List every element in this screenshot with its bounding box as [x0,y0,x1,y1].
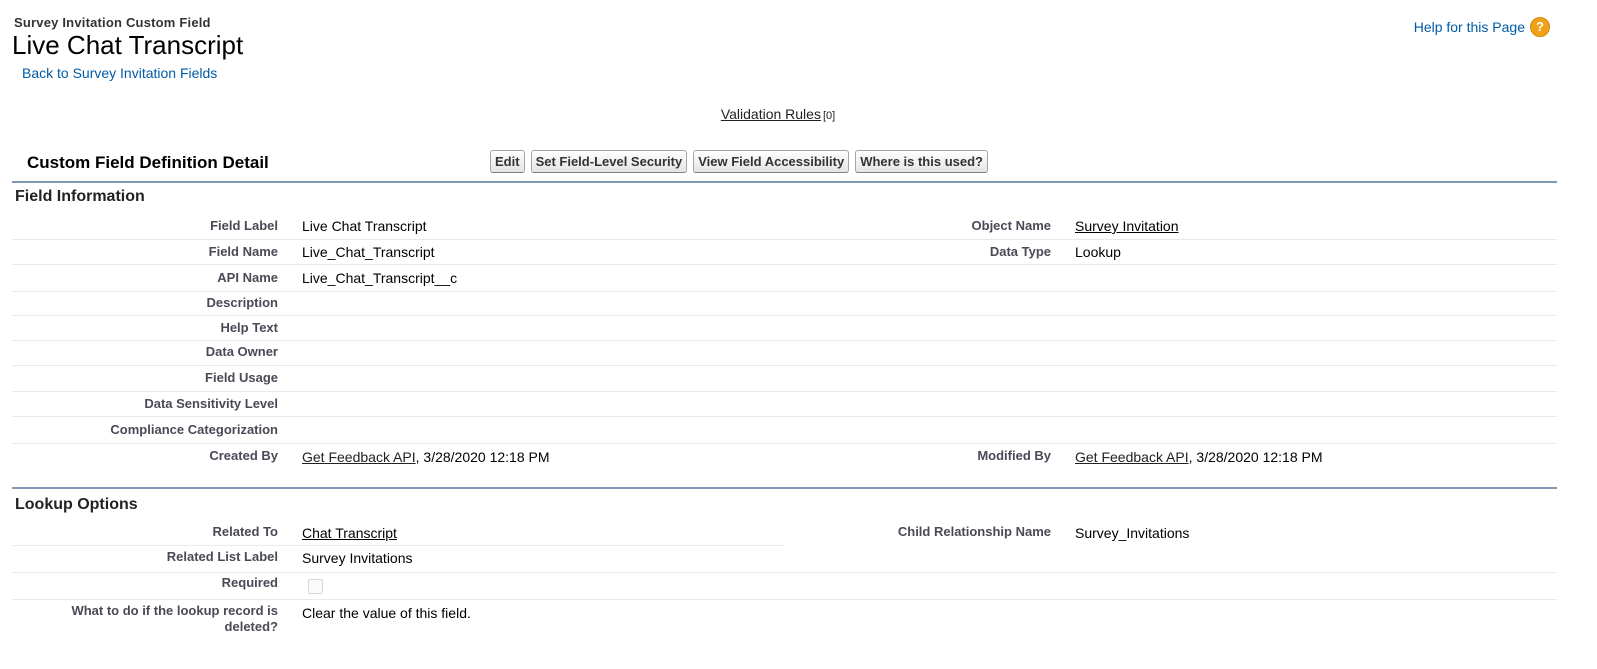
required-checkbox [308,579,323,594]
modified-by-user-link[interactable]: Get Feedback API [1075,449,1189,465]
set-field-level-security-button[interactable]: Set Field-Level Security [530,150,688,173]
field-information-heading: Field Information [15,188,145,205]
detail-button-row: Edit Set Field-Level Security View Field… [490,150,988,173]
child-relationship-value: Survey_Invitations [1075,525,1190,541]
related-list-label-label: Related List Label [166,549,278,564]
required-label: Required [221,575,278,590]
on-delete-row: What to do if the lookup record is delete… [12,600,1557,638]
api-name-value: Live_Chat_Transcript__c [302,270,458,286]
field-usage-label: Field Usage [205,370,278,385]
related-list-label-value: Survey Invitations [302,550,413,566]
on-delete-label: What to do if the lookup record is delete… [71,603,278,635]
object-name-link[interactable]: Survey Invitation [1075,218,1179,234]
created-by-label: Created By [209,448,278,463]
field-name-value: Live_Chat_Transcript [302,244,435,260]
lookup-options-heading: Lookup Options [15,496,138,513]
data-type-value: Lookup [1075,244,1121,260]
help-icon[interactable]: ? [1530,17,1550,37]
created-modified-row: Created By Get Feedback API, 3/28/2020 1… [12,444,1557,474]
compliance-label: Compliance Categorization [110,422,278,437]
modified-by-value: Get Feedback API, 3/28/2020 12:18 PM [1075,449,1323,465]
validation-rules-link[interactable]: Validation Rules [721,106,821,122]
field-name-row: Field Name Live_Chat_Transcript Data Typ… [12,240,1557,265]
api-name-label: API Name [217,270,278,285]
on-delete-label-line1: What to do if the lookup record is [71,603,278,618]
on-delete-value: Clear the value of this field. [302,605,471,621]
related-to-link[interactable]: Chat Transcript [302,525,397,541]
page-subtitle: Survey Invitation Custom Field [14,15,211,30]
view-field-accessibility-button[interactable]: View Field Accessibility [693,150,850,173]
field-usage-row: Field Usage [12,366,1557,392]
back-to-fields-link[interactable]: Back to Survey Invitation Fields [22,65,217,81]
related-list-label-row: Related List Label Survey Invitations [12,546,1557,573]
field-label-label: Field Label [210,218,278,233]
created-by-date: , 3/28/2020 12:18 PM [415,449,550,465]
object-name-label: Object Name [971,218,1051,233]
description-label: Description [206,295,278,310]
api-name-row: API Name Live_Chat_Transcript__c [12,265,1557,292]
data-type-label: Data Type [989,244,1051,259]
data-owner-row: Data Owner [12,341,1557,366]
field-name-label: Field Name [208,244,278,259]
child-relationship-label: Child Relationship Name [897,524,1051,539]
created-by-value: Get Feedback API, 3/28/2020 12:18 PM [302,449,550,465]
modified-by-date: , 3/28/2020 12:18 PM [1188,449,1323,465]
required-row: Required [12,573,1557,600]
description-row: Description [12,292,1557,316]
page-title: Live Chat Transcript [12,30,244,60]
lookup-options-divider [12,487,1557,489]
data-sensitivity-label: Data Sensitivity Level [144,396,278,411]
detail-title: Custom Field Definition Detail [27,153,269,172]
validation-rules-count: [0] [822,110,836,122]
detail-header: Custom Field Definition Detail Edit Set … [12,147,1557,183]
compliance-row: Compliance Categorization [12,417,1557,444]
edit-button[interactable]: Edit [490,150,525,173]
where-is-this-used-button[interactable]: Where is this used? [855,150,988,173]
validation-rules-bar: Validation Rules [0] [0,106,1556,122]
created-by-user-link[interactable]: Get Feedback API [302,449,416,465]
help-for-page-link[interactable]: Help for this Page [1414,19,1525,35]
help-text-row: Help Text [12,316,1557,341]
help-text-label: Help Text [220,320,278,335]
field-label-value: Live Chat Transcript [302,218,427,234]
related-to-row: Related To Chat Transcript Child Relatio… [12,519,1557,546]
related-to-label: Related To [212,524,279,539]
data-owner-label: Data Owner [205,344,278,359]
data-sensitivity-row: Data Sensitivity Level [12,392,1557,417]
field-label-row: Field Label Live Chat Transcript Object … [12,212,1557,240]
modified-by-label: Modified By [977,448,1051,463]
on-delete-label-line2: deleted? [224,619,278,634]
